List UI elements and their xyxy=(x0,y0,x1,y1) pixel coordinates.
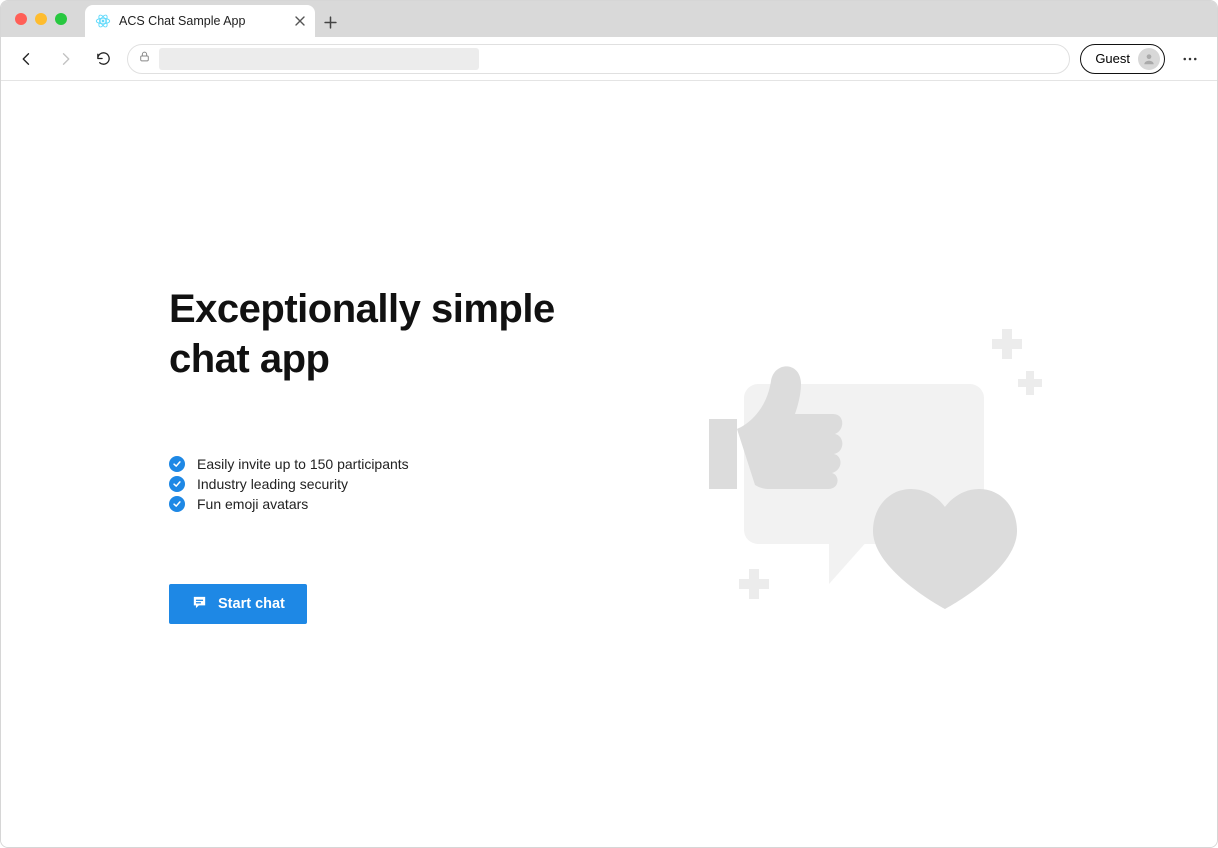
page-viewport: Exceptionally simple chat app Easily inv… xyxy=(1,81,1217,847)
chat-bubble-icon xyxy=(191,594,208,615)
url-input[interactable] xyxy=(159,48,479,70)
overflow-menu-button[interactable] xyxy=(1175,44,1205,74)
feature-text: Easily invite up to 150 participants xyxy=(197,456,409,472)
browser-toolbar: Guest xyxy=(1,37,1217,81)
start-chat-label: Start chat xyxy=(218,596,285,612)
reload-button[interactable] xyxy=(89,45,117,73)
lock-icon xyxy=(138,50,151,68)
close-window-button[interactable] xyxy=(15,13,27,25)
tab-strip: ACS Chat Sample App xyxy=(1,1,1217,37)
profile-label: Guest xyxy=(1095,51,1130,66)
feature-item: Easily invite up to 150 participants xyxy=(169,454,569,474)
browser-tab[interactable]: ACS Chat Sample App xyxy=(85,5,315,37)
feature-text: Fun emoji avatars xyxy=(197,496,308,512)
profile-avatar-icon xyxy=(1138,48,1160,70)
checkmark-icon xyxy=(169,476,185,492)
checkmark-icon xyxy=(169,496,185,512)
hero-left: Exceptionally simple chat app Easily inv… xyxy=(169,284,569,624)
new-tab-button[interactable] xyxy=(315,7,345,37)
chat-illustration-icon xyxy=(649,289,1049,619)
hero-section: Exceptionally simple chat app Easily inv… xyxy=(169,284,1049,624)
maximize-window-button[interactable] xyxy=(55,13,67,25)
window-controls xyxy=(15,13,67,25)
page-headline: Exceptionally simple chat app xyxy=(169,284,569,384)
back-button[interactable] xyxy=(13,45,41,73)
headline-line-2: chat app xyxy=(169,337,329,381)
forward-button[interactable] xyxy=(51,45,79,73)
headline-line-1: Exceptionally simple xyxy=(169,287,555,331)
landing-page: Exceptionally simple chat app Easily inv… xyxy=(1,81,1217,847)
browser-window: ACS Chat Sample App Guest xyxy=(0,0,1218,848)
checkmark-icon xyxy=(169,456,185,472)
feature-text: Industry leading security xyxy=(197,476,348,492)
address-bar[interactable] xyxy=(127,44,1070,74)
feature-item: Fun emoji avatars xyxy=(169,494,569,514)
profile-button[interactable]: Guest xyxy=(1080,44,1165,74)
hero-illustration xyxy=(649,289,1049,619)
close-tab-icon[interactable] xyxy=(295,14,305,29)
feature-list: Easily invite up to 150 participants Ind… xyxy=(169,454,569,514)
start-chat-button[interactable]: Start chat xyxy=(169,584,307,624)
react-favicon-icon xyxy=(95,13,111,29)
minimize-window-button[interactable] xyxy=(35,13,47,25)
feature-item: Industry leading security xyxy=(169,474,569,494)
tab-title: ACS Chat Sample App xyxy=(119,14,245,28)
